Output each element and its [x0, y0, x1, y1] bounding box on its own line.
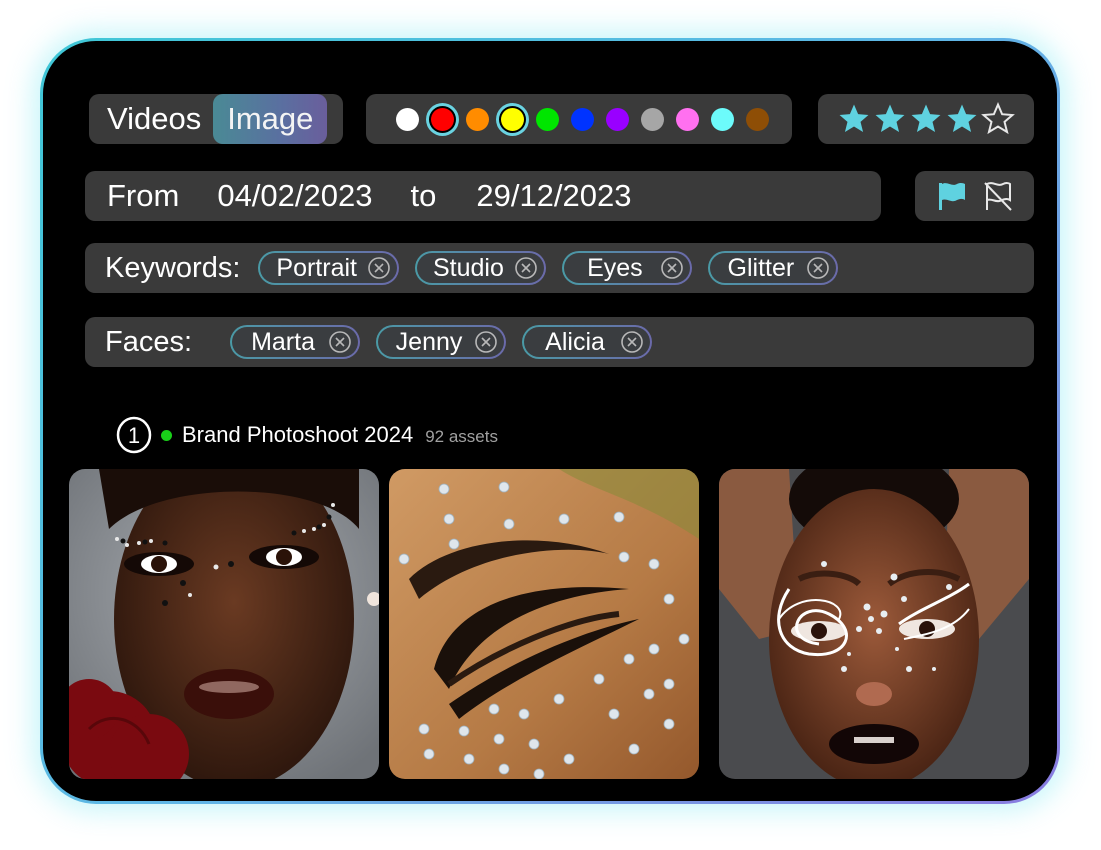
flag-filled-icon[interactable]	[937, 180, 967, 212]
group-asset-count: 92 assets	[425, 426, 498, 446]
rhinestone	[618, 551, 630, 563]
color-swatch-white[interactable]	[396, 107, 419, 131]
rhinestone	[563, 753, 575, 765]
rhinestone	[533, 768, 545, 779]
face-chip[interactable]: Marta	[230, 325, 360, 359]
rhinestone	[498, 763, 510, 775]
keyword-chip-label: Glitter	[727, 253, 795, 282]
date-range-filter: From 04/02/2023 to 29/12/2023	[85, 171, 881, 221]
color-swatch-red[interactable]	[431, 107, 454, 131]
rhinestone	[463, 753, 475, 765]
remove-icon[interactable]	[474, 330, 498, 354]
face-chip-label: Jenny	[395, 327, 463, 356]
star-filled-icon[interactable]	[945, 102, 979, 136]
face-chip[interactable]: Alicia	[522, 325, 652, 359]
color-swatch-green[interactable]	[536, 107, 559, 131]
face-chip-label: Marta	[251, 327, 315, 356]
photo-eye-closeup	[389, 469, 699, 779]
from-date-input[interactable]: 04/02/2023	[217, 178, 372, 214]
keywords-label: Keywords:	[105, 251, 241, 284]
remove-icon[interactable]	[328, 330, 352, 354]
rhinestone	[503, 518, 515, 530]
rhinestone	[663, 593, 675, 605]
flag-off-icon[interactable]	[983, 180, 1013, 212]
rating-filter	[818, 94, 1034, 144]
keyword-chip-label: Eyes	[587, 253, 643, 282]
remove-icon[interactable]	[514, 256, 538, 280]
rhinestone	[628, 743, 640, 755]
rhinestone	[488, 703, 500, 715]
remove-icon[interactable]	[660, 256, 684, 280]
color-filter	[366, 94, 792, 144]
keyword-chip[interactable]: Glitter	[708, 251, 838, 285]
media-type-toggle: Videos Image	[89, 94, 343, 144]
rhinestone	[558, 513, 570, 525]
to-date-input[interactable]: 29/12/2023	[476, 178, 631, 214]
flag-filter	[915, 171, 1034, 221]
rhinestone	[423, 748, 435, 760]
star-filled-icon[interactable]	[909, 102, 943, 136]
keyword-chip[interactable]: Studio	[415, 251, 546, 285]
rhinestone	[593, 673, 605, 685]
from-label: From	[107, 178, 180, 213]
remove-icon[interactable]	[806, 256, 830, 280]
remove-icon[interactable]	[367, 256, 391, 280]
faces-label: Faces:	[105, 325, 193, 358]
rhinestone	[613, 511, 625, 523]
keyword-chip[interactable]: Portrait	[258, 251, 399, 285]
rhinestone	[498, 481, 510, 493]
color-swatch-cyan[interactable]	[711, 107, 734, 131]
color-swatch-blue[interactable]	[571, 107, 594, 131]
photo-portrait-rose	[69, 469, 379, 779]
star-empty-icon[interactable]	[981, 102, 1015, 136]
star-filled-icon[interactable]	[837, 102, 871, 136]
group-header[interactable]: 1 Brand Photoshoot 2024 92 assets	[115, 416, 498, 454]
color-swatch-yellow[interactable]	[501, 107, 524, 131]
rhinestone	[553, 693, 565, 705]
rhinestone	[643, 688, 655, 700]
rhinestone	[623, 653, 635, 665]
rhinestone	[398, 553, 410, 565]
keyword-chip-label: Portrait	[276, 253, 357, 282]
rhinestone	[438, 483, 450, 495]
photo-graphic-liner-portrait	[719, 469, 1029, 779]
group-status-dot	[161, 429, 172, 441]
rhinestone	[648, 643, 660, 655]
toggle-image[interactable]: Image	[213, 94, 328, 144]
group-index-icon: 1	[116, 416, 152, 454]
color-swatch-orange[interactable]	[466, 107, 489, 131]
rhinestone	[493, 733, 505, 745]
face-chip-label: Alicia	[545, 327, 605, 356]
rhinestone	[443, 513, 455, 525]
thumbnail[interactable]	[69, 469, 379, 779]
face-chip[interactable]: Jenny	[376, 325, 506, 359]
thumbnail[interactable]	[389, 469, 699, 779]
color-swatch-purple[interactable]	[606, 107, 629, 131]
keywords-filter: Keywords: Portrait Studio Eyes Glitter	[85, 243, 1034, 293]
star-filled-icon[interactable]	[873, 102, 907, 136]
to-label: to	[410, 178, 437, 213]
keyword-chip-label: Studio	[432, 253, 504, 282]
remove-icon[interactable]	[620, 330, 644, 354]
color-swatch-pink[interactable]	[676, 107, 699, 131]
svg-text:1: 1	[128, 423, 140, 448]
color-swatch-brown[interactable]	[746, 107, 769, 131]
rhinestone	[448, 538, 460, 550]
rhinestone	[518, 708, 530, 720]
group-title: Brand Photoshoot 2024	[182, 422, 414, 447]
rhinestone	[663, 718, 675, 730]
faces-filter: Faces: Marta Jenny Alicia	[85, 317, 1034, 367]
thumbnail[interactable]	[719, 469, 1029, 779]
toggle-videos[interactable]: Videos	[89, 94, 213, 144]
rhinestone	[608, 708, 620, 720]
keyword-chip[interactable]: Eyes	[562, 251, 692, 285]
rhinestone	[458, 725, 470, 737]
filter-card: Videos Image From 04/02/2023 to 29/12/20…	[40, 38, 1060, 804]
rhinestone	[663, 678, 675, 690]
rhinestone	[678, 633, 690, 645]
rhinestone	[648, 558, 660, 570]
rhinestone	[528, 738, 540, 750]
rhinestone	[418, 723, 430, 735]
color-swatch-gray[interactable]	[641, 107, 664, 131]
